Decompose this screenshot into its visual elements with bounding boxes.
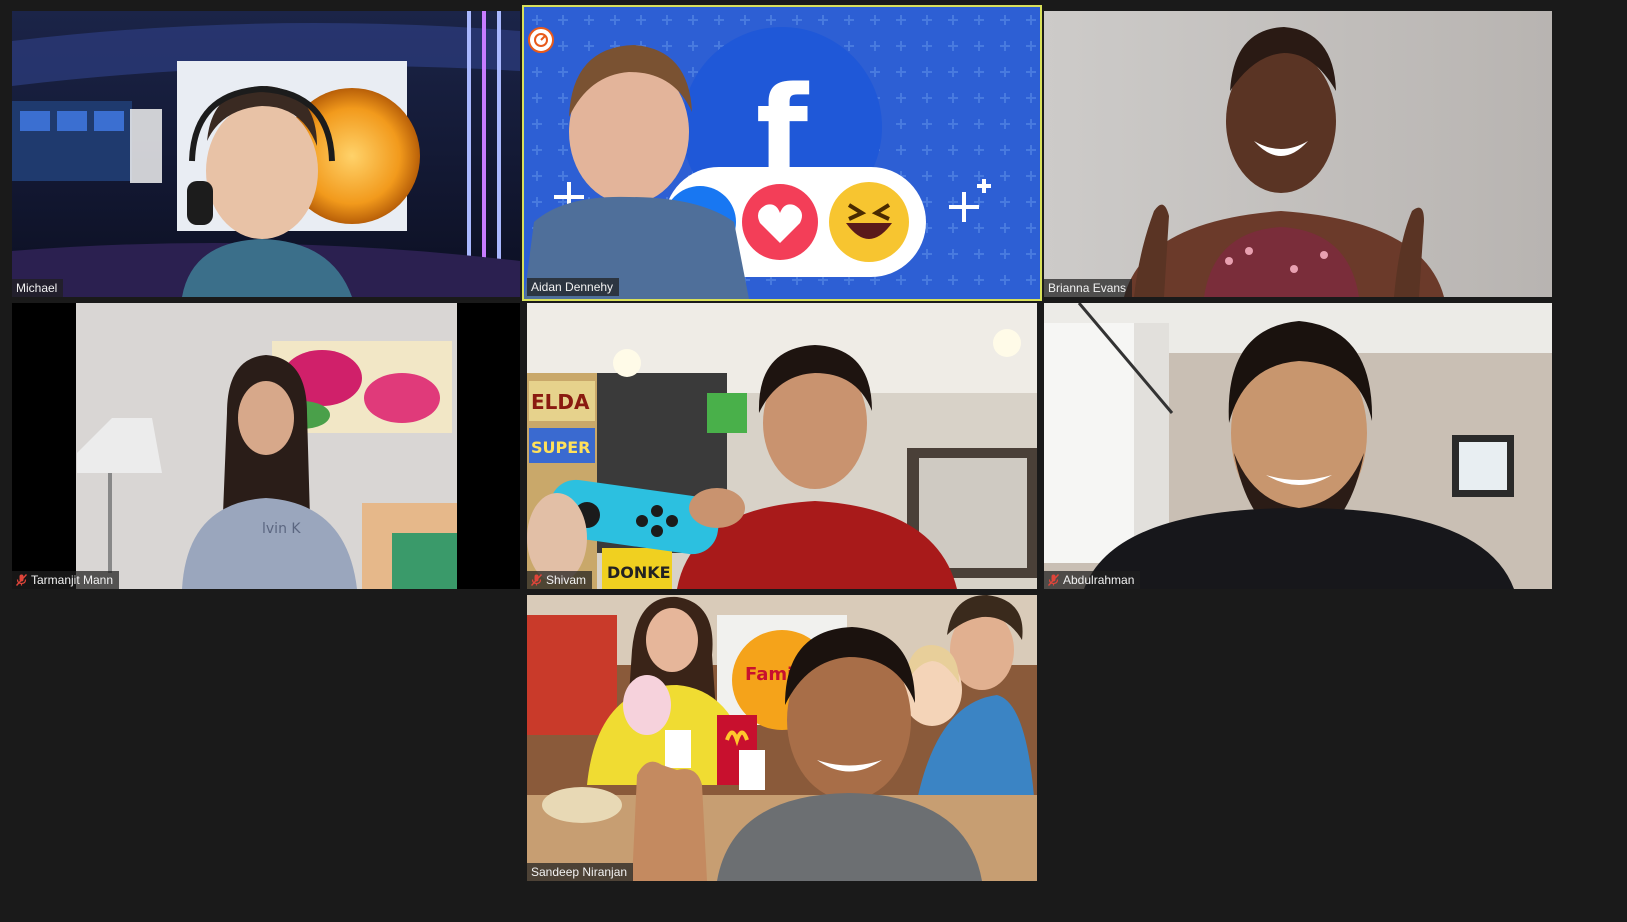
participant-name: Shivam <box>546 573 587 587</box>
video-tile-sandeep-niranjan[interactable]: Family Night <box>527 595 1037 881</box>
zoom-gallery-view: Michael f Aidan Dennehy Brianna Evans lv… <box>0 0 1627 922</box>
tarmanjit-video-feed: lvin K <box>12 303 520 589</box>
participant-name-tag: Aidan Dennehy <box>527 278 620 296</box>
participant-name-tag: Brianna Evans <box>1044 279 1133 297</box>
participant-name-tag: Michael <box>12 279 64 297</box>
video-tile-tarmanjit-mann[interactable]: lvin K Tarmanjit Mann <box>12 303 520 589</box>
poster-text-elda: ELDA <box>531 390 590 414</box>
video-tile-brianna-evans[interactable]: Brianna Evans <box>1044 11 1552 297</box>
shivam-video-feed: ELDA SUPER 3 DONKE <box>527 303 1037 589</box>
cohost-badge-icon <box>528 27 554 53</box>
participant-name: Tarmanjit Mann <box>31 573 114 587</box>
participant-name: Michael <box>16 281 58 295</box>
facebook-reactions-background: f <box>524 7 1040 299</box>
participant-name: Brianna Evans <box>1048 281 1127 295</box>
participant-name-tag: Tarmanjit Mann <box>12 571 120 589</box>
video-tile-aidan-dennehy[interactable]: f Aidan Dennehy <box>522 5 1042 301</box>
participant-name: Sandeep Niranjan <box>531 865 628 879</box>
mic-muted-icon <box>1047 574 1060 586</box>
mic-muted-icon <box>15 574 28 586</box>
poster-text-donkey: DONKE <box>607 563 671 582</box>
news-studio-background <box>12 11 520 297</box>
participant-name-tag: Sandeep Niranjan <box>527 863 634 881</box>
participant-name-tag: Abdulrahman <box>1044 571 1141 589</box>
video-tile-shivam[interactable]: ELDA SUPER 3 DONKE Shivam <box>527 303 1037 589</box>
brianna-video-feed <box>1044 11 1552 297</box>
abdulrahman-video-feed <box>1044 303 1552 589</box>
mic-muted-icon <box>530 574 543 586</box>
participant-name-tag: Shivam <box>527 571 593 589</box>
poster-text-super: SUPER 3 <box>531 438 607 457</box>
shirt-text: lvin K <box>262 521 301 537</box>
restaurant-background: Family Night <box>527 595 1037 881</box>
participant-name: Abdulrahman <box>1063 573 1135 587</box>
participant-name: Aidan Dennehy <box>531 280 614 294</box>
video-tile-michael[interactable]: Michael <box>12 11 520 297</box>
video-tile-abdulrahman[interactable]: Abdulrahman <box>1044 303 1552 589</box>
